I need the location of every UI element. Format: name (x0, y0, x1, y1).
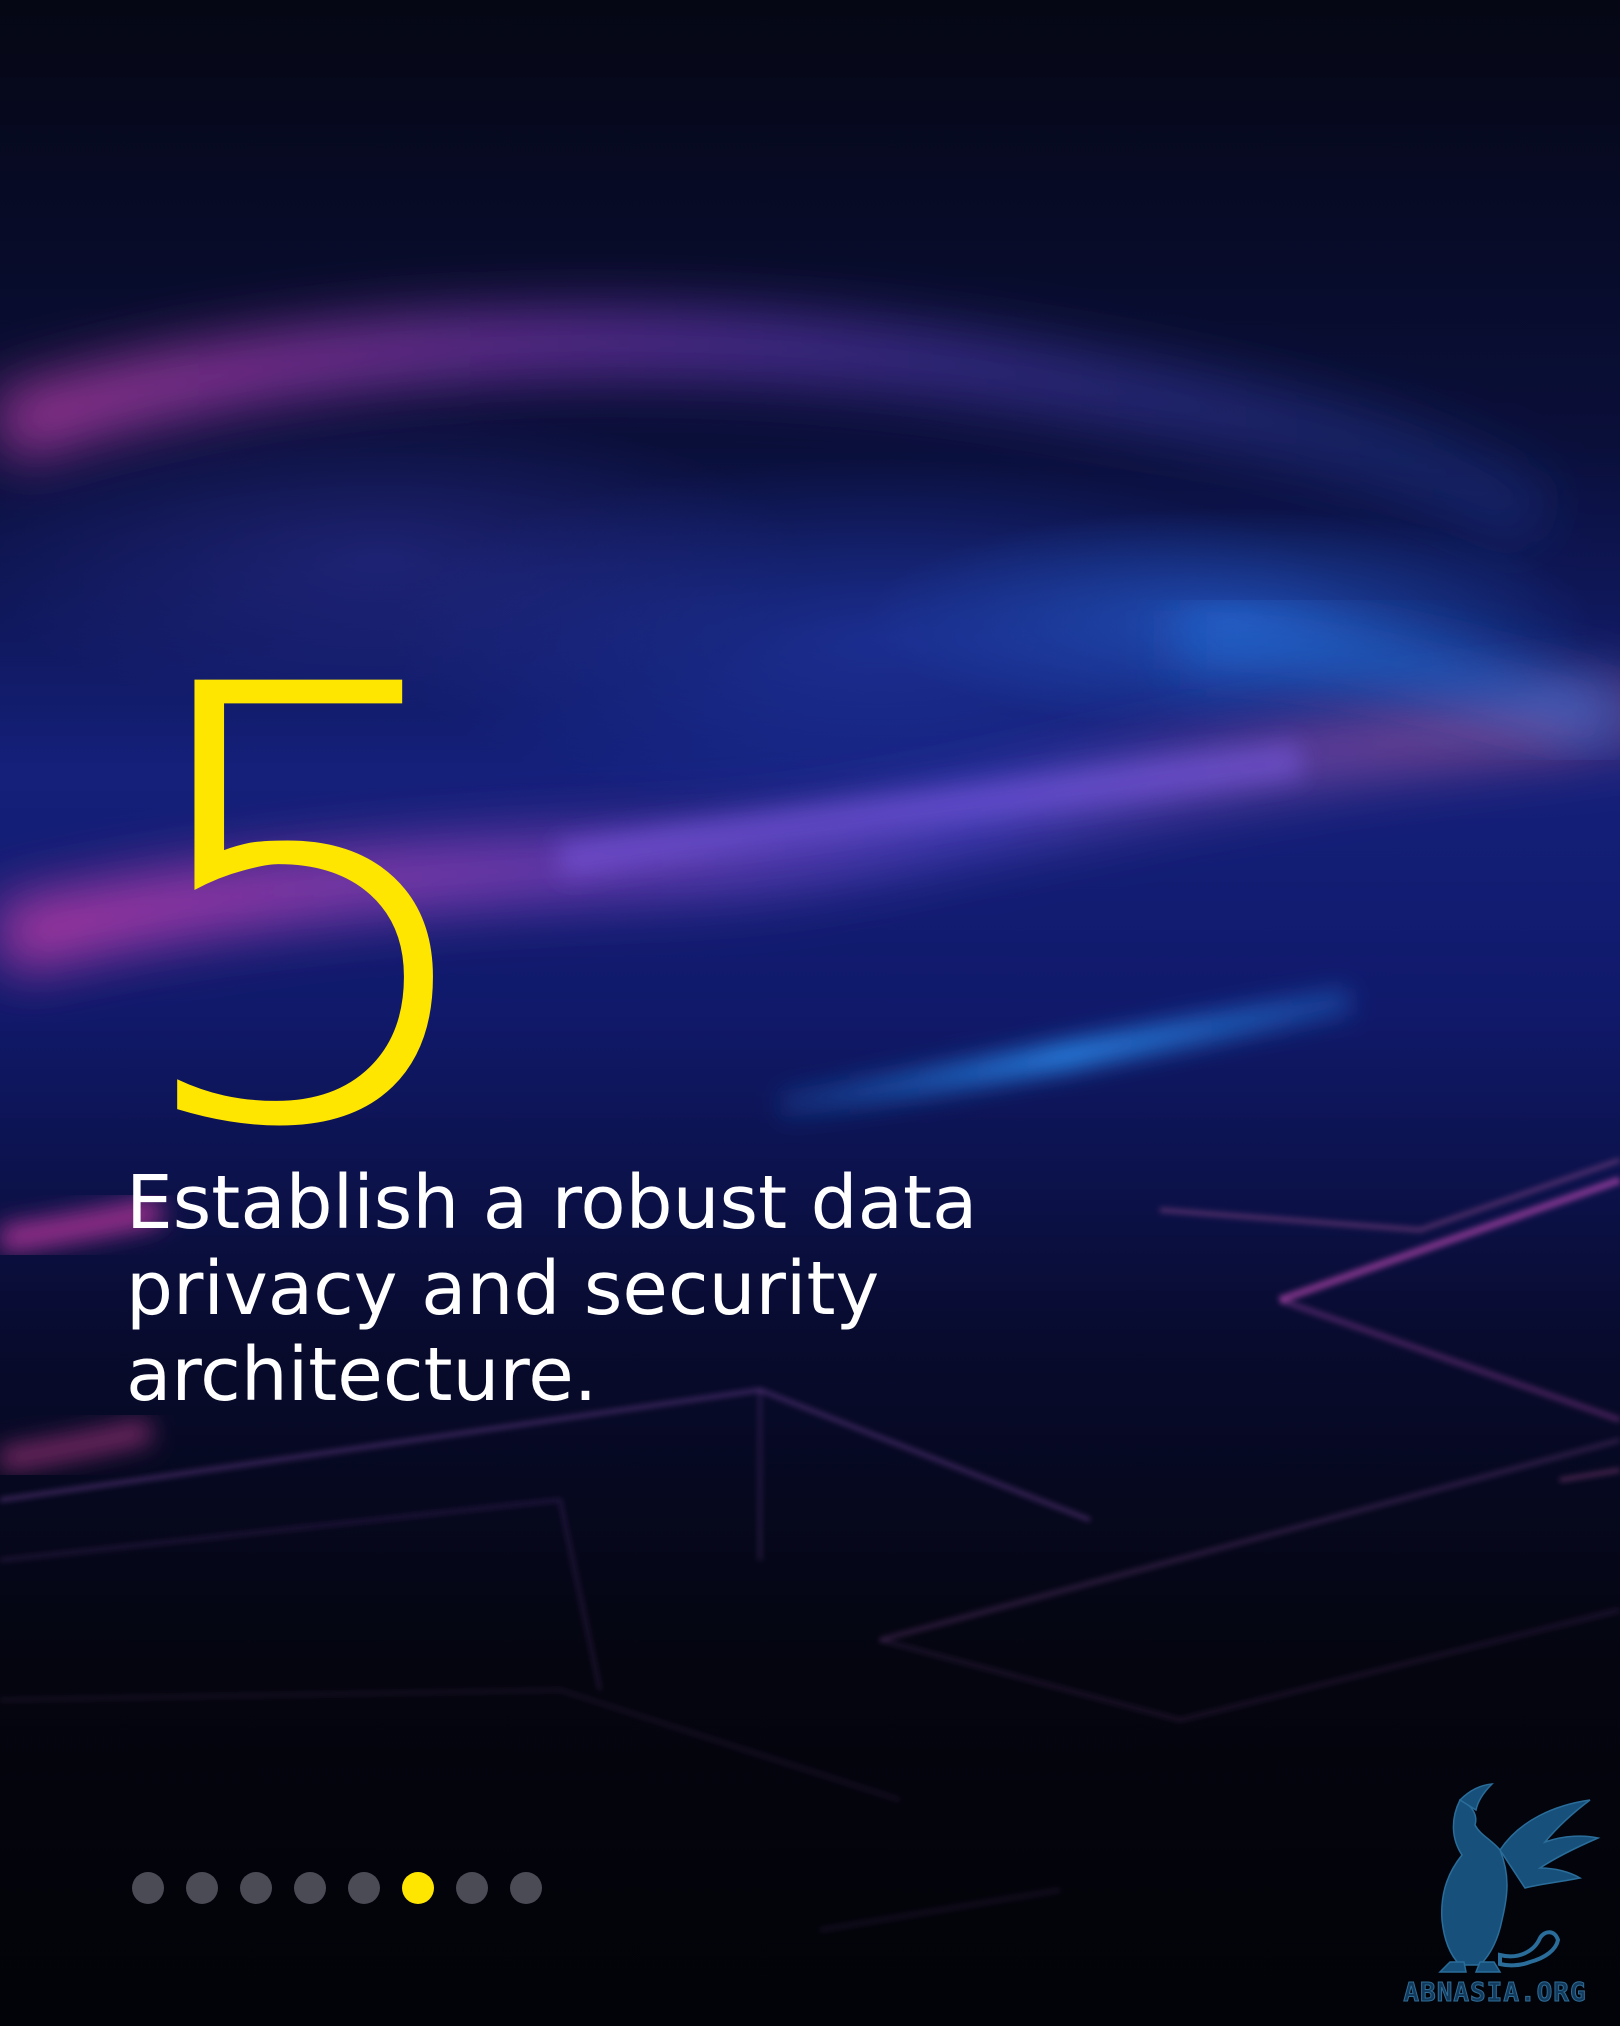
carousel-pager (132, 1872, 542, 1904)
pager-dot-8[interactable] (510, 1872, 542, 1904)
watermark-logo: ABNASIA.ORG (1380, 1780, 1610, 2020)
pager-dot-4[interactable] (294, 1872, 326, 1904)
pager-dot-6-active[interactable] (402, 1872, 434, 1904)
slide: 5 Establish a robust data privacy and se… (0, 0, 1620, 2026)
pager-dot-1[interactable] (132, 1872, 164, 1904)
statement-line-1: Establish a robust data (126, 1160, 978, 1246)
pager-dot-7[interactable] (456, 1872, 488, 1904)
watermark-text: ABNASIA.ORG (1403, 1978, 1587, 2009)
statement-text: Establish a robust data privacy and secu… (126, 1160, 1026, 1418)
statement-line-2: privacy and security (126, 1246, 880, 1332)
pager-dot-3[interactable] (240, 1872, 272, 1904)
pager-dot-2[interactable] (186, 1872, 218, 1904)
griffin-icon (1438, 1783, 1601, 1973)
step-number: 5 (118, 560, 500, 1259)
statement-line-3: architecture. (126, 1332, 598, 1418)
pager-dot-5[interactable] (348, 1872, 380, 1904)
